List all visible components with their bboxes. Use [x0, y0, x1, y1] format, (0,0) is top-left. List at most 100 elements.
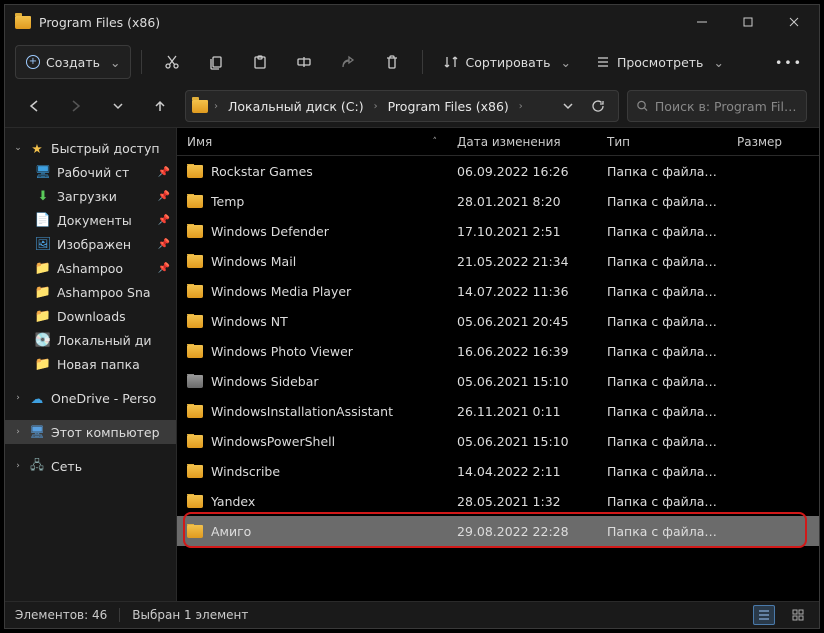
sidebar-item[interactable]: 💽Локальный ди: [5, 328, 176, 352]
star-icon: ★: [29, 140, 45, 156]
plus-icon: +: [26, 55, 40, 69]
file-name: Yandex: [211, 494, 255, 509]
sidebar-item-label: Загрузки: [57, 189, 152, 204]
table-row[interactable]: Yandex28.05.2021 1:32Папка с файлами: [177, 486, 819, 516]
chevron-right-icon: ›: [13, 427, 23, 437]
table-row[interactable]: Windows NT05.06.2021 20:45Папка с файлам…: [177, 306, 819, 336]
file-date: 05.06.2021 20:45: [447, 314, 597, 329]
view-button[interactable]: Просмотреть ⌄: [585, 45, 734, 79]
more-icon: •••: [775, 55, 803, 70]
details-view-button[interactable]: [753, 605, 775, 625]
paste-button[interactable]: [240, 45, 280, 79]
rename-button[interactable]: [284, 45, 324, 79]
folder-icon: [187, 405, 203, 418]
folder-icon: [187, 315, 203, 328]
titlebar: Program Files (x86): [5, 5, 819, 39]
file-type: Папка с файлами: [597, 374, 727, 389]
sidebar-onedrive[interactable]: › ☁ OneDrive - Perso: [5, 386, 176, 410]
view-label: Просмотреть: [617, 55, 704, 70]
table-row[interactable]: Rockstar Games06.09.2022 16:26Папка с фа…: [177, 156, 819, 186]
file-name: Амиго: [211, 524, 251, 539]
cut-button[interactable]: [152, 45, 192, 79]
column-size[interactable]: Размер: [727, 135, 819, 149]
sidebar-item-label: Ashampoo Sna: [57, 285, 170, 300]
explorer-window: Program Files (x86) + Создать ⌄: [4, 4, 820, 629]
sidebar-this-pc[interactable]: › 🖥 Этот компьютер: [5, 420, 176, 444]
navbar: › Локальный диск (C:) › Program Files (x…: [5, 85, 819, 127]
breadcrumb[interactable]: Program Files (x86): [384, 91, 513, 121]
close-button[interactable]: [771, 5, 817, 39]
sidebar-item[interactable]: 📁Downloads: [5, 304, 176, 328]
sidebar-item[interactable]: 📁Ashampoo Sna: [5, 280, 176, 304]
column-date[interactable]: Дата изменения: [447, 135, 597, 149]
chevron-down-icon: ⌄: [560, 55, 570, 70]
sidebar-network[interactable]: › 🖧 Сеть: [5, 454, 176, 478]
search-input[interactable]: Поиск в: Program Files...: [627, 90, 807, 122]
table-row[interactable]: Windows Photo Viewer16.06.2022 16:39Папк…: [177, 336, 819, 366]
recent-button[interactable]: [101, 90, 135, 122]
file-type: Папка с файлами: [597, 494, 727, 509]
network-icon: 🖧: [29, 458, 45, 474]
create-button[interactable]: + Создать ⌄: [15, 45, 131, 79]
table-row[interactable]: Амиго29.08.2022 22:28Папка с файлами: [177, 516, 819, 546]
table-row[interactable]: Windows Mail21.05.2022 21:34Папка с файл…: [177, 246, 819, 276]
table-row[interactable]: WindowsPowerShell05.06.2021 15:10Папка с…: [177, 426, 819, 456]
chevron-right-icon: ›: [372, 101, 380, 112]
table-row[interactable]: WindowsInstallationAssistant26.11.2021 0…: [177, 396, 819, 426]
status-selected: Выбран 1 элемент: [132, 608, 248, 622]
file-date: 26.11.2021 0:11: [447, 404, 597, 419]
file-name: Windows Photo Viewer: [211, 344, 353, 359]
sidebar-item[interactable]: ⬇Загрузки📌: [5, 184, 176, 208]
sort-button[interactable]: Сортировать ⌄: [433, 45, 580, 79]
file-date: 28.01.2021 8:20: [447, 194, 597, 209]
table-row[interactable]: Temp28.01.2021 8:20Папка с файлами: [177, 186, 819, 216]
pin-icon: 📌: [158, 167, 170, 178]
column-type[interactable]: Тип: [597, 135, 727, 149]
back-button[interactable]: [17, 90, 51, 122]
table-row[interactable]: Windows Sidebar05.06.2021 15:10Папка с ф…: [177, 366, 819, 396]
chevron-right-icon: ›: [13, 393, 23, 403]
more-button[interactable]: •••: [769, 45, 809, 79]
divider: [141, 50, 142, 74]
forward-button[interactable]: [59, 90, 93, 122]
sidebar-item[interactable]: 🖥Рабочий ст📌: [5, 160, 176, 184]
up-button[interactable]: [143, 90, 177, 122]
sidebar-item-label: Ashampoo: [57, 261, 152, 276]
table-row[interactable]: Windows Defender17.10.2021 2:51Папка с ф…: [177, 216, 819, 246]
sidebar-item[interactable]: 📁Новая папка: [5, 352, 176, 376]
sidebar-item-label: Изображен: [57, 237, 152, 252]
toolbar: + Создать ⌄ Сортировать ⌄: [5, 39, 819, 85]
file-list: Имя ˄ Дата изменения Тип Размер Rockstar…: [177, 128, 819, 601]
sidebar-item[interactable]: 📄Документы📌: [5, 208, 176, 232]
file-type: Папка с файлами: [597, 344, 727, 359]
item-icon: 🖼: [35, 236, 51, 252]
pin-icon: 📌: [158, 263, 170, 274]
chevron-right-icon: ›: [517, 101, 525, 112]
table-row[interactable]: Windscribe14.04.2022 2:11Папка с файлами: [177, 456, 819, 486]
file-name: WindowsPowerShell: [211, 434, 335, 449]
chevron-right-icon: ›: [212, 101, 220, 112]
pin-icon: 📌: [158, 191, 170, 202]
maximize-button[interactable]: [725, 5, 771, 39]
delete-button[interactable]: [372, 45, 412, 79]
folder-icon: [15, 16, 31, 29]
sidebar-item[interactable]: 📁Ashampoo📌: [5, 256, 176, 280]
search-placeholder: Поиск в: Program Files...: [655, 99, 798, 114]
create-label: Создать: [46, 55, 100, 70]
column-name[interactable]: Имя ˄: [177, 135, 447, 149]
file-type: Папка с файлами: [597, 524, 727, 539]
folder-icon: [187, 285, 203, 298]
file-name: Windscribe: [211, 464, 280, 479]
share-button[interactable]: [328, 45, 368, 79]
table-row[interactable]: Windows Media Player14.07.2022 11:36Папк…: [177, 276, 819, 306]
address-bar[interactable]: › Локальный диск (C:) › Program Files (x…: [185, 90, 619, 122]
sidebar-quick-access[interactable]: ⌄ ★ Быстрый доступ: [5, 136, 176, 160]
folder-icon: [192, 100, 208, 113]
breadcrumb[interactable]: Локальный диск (C:): [224, 91, 368, 121]
minimize-button[interactable]: [679, 5, 725, 39]
address-dropdown[interactable]: [554, 92, 582, 120]
thumbnails-view-button[interactable]: [787, 605, 809, 625]
refresh-button[interactable]: [584, 92, 612, 120]
copy-button[interactable]: [196, 45, 236, 79]
sidebar-item[interactable]: 🖼Изображен📌: [5, 232, 176, 256]
